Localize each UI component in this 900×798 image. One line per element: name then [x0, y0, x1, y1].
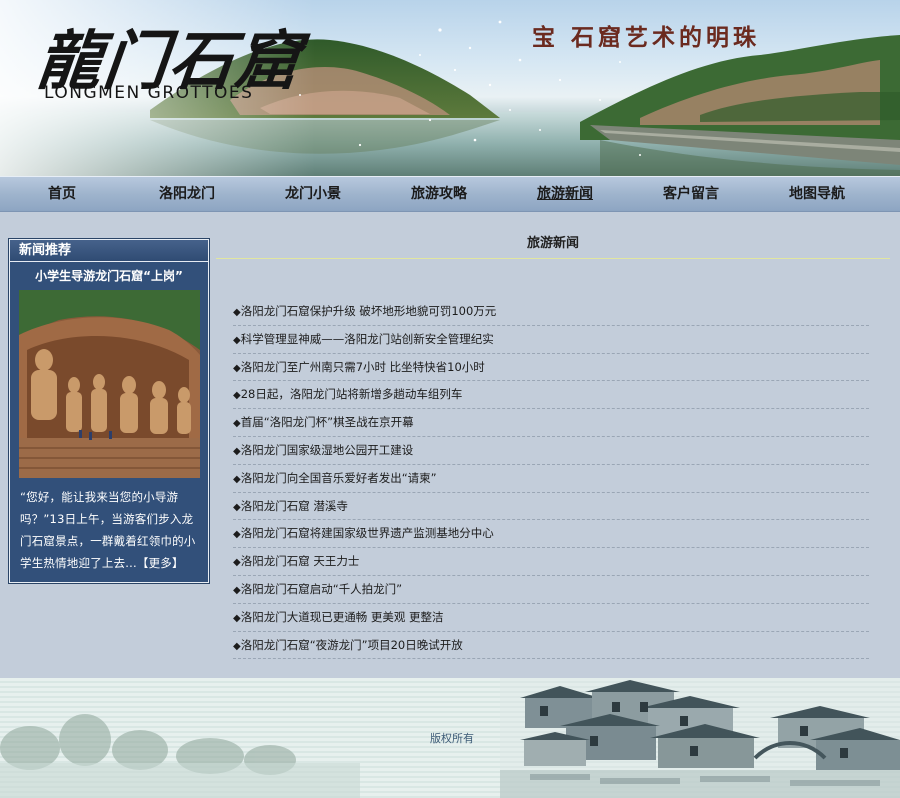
diamond-bullet-icon: ◆ [233, 307, 241, 318]
news-item[interactable]: ◆洛阳龙门石窟 潜溪寺 [233, 493, 869, 521]
featured-news-summary: “您好，能让我来当您的小导游吗？”13日上午，当游客们步入龙门石窟景点，一群戴着… [20, 486, 200, 574]
nav-item-travel-guide[interactable]: 旅游攻略 [376, 177, 502, 211]
site-logo-english: LONGMEN GROTTOES [44, 83, 254, 103]
news-item-title: 洛阳龙门石窟 天王力士 [240, 554, 360, 569]
diamond-bullet-icon: ◆ [233, 501, 241, 513]
diamond-bullet-icon: ◆ [233, 640, 241, 652]
news-item[interactable]: ◆洛阳龙门石窟将建国家级世界遗产监测基地分中心 [233, 520, 869, 549]
nav-item-label: 龙门小景 [285, 186, 341, 202]
news-item-title: 首届“洛阳龙门杯”棋圣战在京开幕 [240, 415, 414, 430]
nav-item-label: 旅游攻略 [411, 186, 467, 202]
nav-item-map[interactable]: 地图导航 [754, 177, 880, 211]
diamond-bullet-icon: ◆ [233, 390, 241, 402]
diamond-bullet-icon: ◆ [233, 584, 241, 596]
news-item-title: 洛阳龙门国家级湿地公园开工建设 [240, 442, 414, 457]
copyright-text: 版权所有 [430, 732, 474, 745]
page-footer: 版权所有 [0, 678, 900, 798]
nav-item-luoyang-longmen[interactable]: 洛阳龙门 [124, 177, 250, 211]
news-item-title: 洛阳龙门向全国音乐爱好者发出“请柬” [240, 470, 437, 485]
nav-item-label: 旅游新闻 [537, 186, 593, 202]
diamond-bullet-icon: ◆ [233, 418, 241, 430]
diamond-bullet-icon: ◆ [233, 473, 241, 485]
nav-item-longmen-scenes[interactable]: 龙门小景 [250, 177, 376, 211]
news-item-title: 洛阳龙门石窟“夜游龙门”项目20日晚试开放 [240, 637, 463, 652]
featured-news-title[interactable]: 小学生导游龙门石窟“上岗” [10, 267, 208, 284]
diamond-bullet-icon: ◆ [233, 362, 241, 374]
news-item-title: 洛阳龙门石窟将建国家级世界遗产监测基地分中心 [240, 526, 494, 541]
news-item-title: 28日起，洛阳龙门站将新增多趟动车组列车 [240, 387, 463, 402]
featured-news-photo[interactable] [18, 290, 200, 478]
news-item[interactable]: ◆洛阳龙门至广州南只需7小时 比坐特快省10小时 [233, 354, 869, 382]
section-title: 旅游新闻 [216, 235, 890, 259]
banner-slogan: 宝 石窟艺术的明珠 [532, 24, 761, 51]
news-item-title: 洛阳龙门至广州南只需7小时 比坐特快省10小时 [240, 359, 485, 374]
news-item[interactable]: ◆科学管理显神威——洛阳龙门站创新安全管理纪实 [233, 326, 869, 354]
news-item-title: 洛阳龙门石窟保护升级 破坏地形地貌可罚100万元 [240, 304, 497, 318]
diamond-bullet-icon: ◆ [233, 557, 241, 569]
nav-item-label: 洛阳龙门 [159, 186, 215, 202]
nav-item-travel-news[interactable]: 旅游新闻 [502, 177, 628, 211]
news-item-title: 洛阳龙门石窟启动“千人拍龙门” [240, 581, 403, 596]
diamond-bullet-icon: ◆ [233, 334, 241, 346]
news-item[interactable]: ◆洛阳龙门石窟保护升级 破坏地形地貌可罚100万元 [233, 298, 869, 326]
news-item-title: 科学管理显神威——洛阳龙门站创新安全管理纪实 [240, 331, 494, 346]
more-link[interactable]: 【更多】 [137, 556, 184, 570]
nav-item-label: 客户留言 [663, 186, 719, 202]
news-item[interactable]: ◆首届“洛阳龙门杯”棋圣战在京开幕 [233, 409, 869, 437]
news-item[interactable]: ◆洛阳龙门石窟 天王力士 [233, 548, 869, 576]
header-banner: 龍门石窟 LONGMEN GROTTOES 宝 石窟艺术的明珠 [0, 0, 900, 176]
news-item[interactable]: ◆洛阳龙门大道现已更通畅 更美观 更整洁 [233, 604, 869, 632]
news-list: ◆洛阳龙门石窟保护升级 破坏地形地貌可罚100万元 ◆科学管理显神威——洛阳龙门… [233, 298, 869, 660]
main-nav: 首页 洛阳龙门 龙门小景 旅游攻略 旅游新闻 客户留言 地图导航 [0, 176, 900, 212]
news-item[interactable]: ◆洛阳龙门石窟启动“千人拍龙门” [233, 576, 869, 604]
diamond-bullet-icon: ◆ [233, 445, 241, 457]
news-item-title: 洛阳龙门大道现已更通畅 更美观 更整洁 [240, 609, 444, 624]
news-item[interactable]: ◆洛阳龙门石窟“夜游龙门”项目20日晚试开放 [233, 632, 869, 660]
news-item[interactable]: ◆洛阳龙门国家级湿地公园开工建设 [233, 437, 869, 465]
diamond-bullet-icon: ◆ [233, 612, 241, 624]
panel-header: 新闻推荐 [10, 240, 208, 262]
news-recommend-panel: 新闻推荐 小学生导游龙门石窟“上岗” “您好，能让我来当您的小导游吗？”13日上… [8, 238, 210, 584]
nav-item-guestbook[interactable]: 客户留言 [628, 177, 754, 211]
nav-item-home[interactable]: 首页 [0, 177, 124, 211]
news-item[interactable]: ◆洛阳龙门向全国音乐爱好者发出“请柬” [233, 465, 869, 493]
diamond-bullet-icon: ◆ [233, 529, 241, 541]
nav-item-label: 首页 [48, 186, 76, 202]
news-item-title: 洛阳龙门石窟 潜溪寺 [240, 498, 348, 513]
nav-item-label: 地图导航 [789, 186, 845, 202]
news-item[interactable]: ◆28日起，洛阳龙门站将新增多趟动车组列车 [233, 381, 869, 410]
